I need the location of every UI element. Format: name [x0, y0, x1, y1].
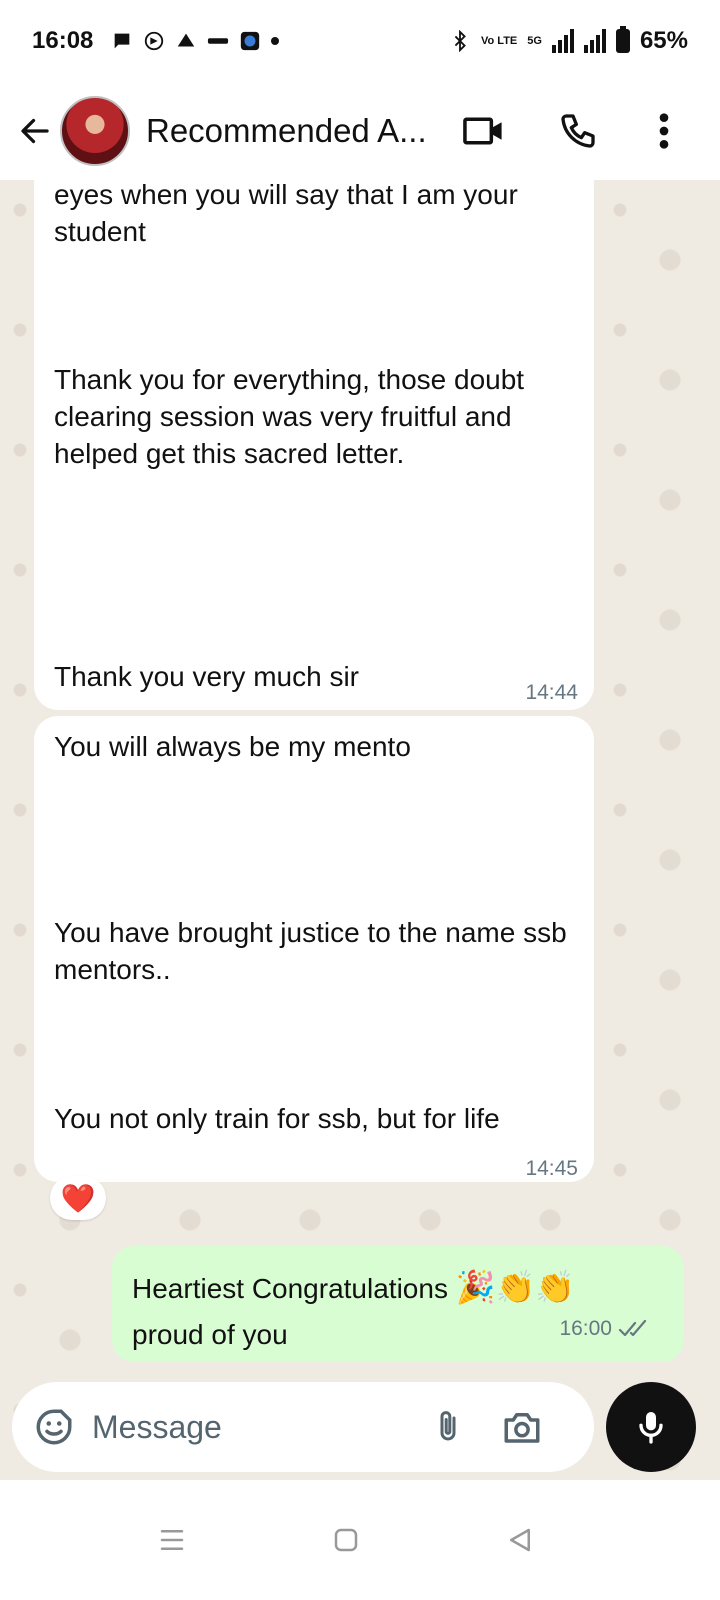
message-meta: 16:00 [559, 1306, 652, 1352]
video-call-button[interactable] [456, 103, 512, 159]
home-icon [334, 1528, 358, 1552]
sticker-button[interactable] [30, 1403, 78, 1451]
home-button[interactable] [316, 1510, 376, 1570]
back-button[interactable] [12, 108, 58, 154]
message-time: 16:00 [559, 1317, 612, 1340]
more-options-button[interactable] [636, 103, 692, 159]
message-text: Heartiest Congratulations [132, 1273, 448, 1304]
contact-name[interactable]: Recommended A... [146, 112, 436, 150]
avatar[interactable] [60, 96, 130, 166]
whatsapp-icon [145, 31, 164, 51]
message-input[interactable] [92, 1408, 422, 1446]
message-text: Thank you very much sir [54, 661, 359, 692]
message-text: Thank you for everything, those doubt cl… [54, 364, 525, 469]
message-icon [115, 33, 130, 49]
status-bar: 16:08 Vo LTE 5G 65% [0, 0, 720, 82]
video-call-icon [463, 117, 502, 145]
double-check-icon [618, 1319, 647, 1337]
emoji-text: 🎉👏👏 [455, 1269, 576, 1305]
message-text: You will always be my mento [54, 731, 411, 762]
message-time: 14:44 [525, 681, 578, 704]
bluetooth-icon [454, 30, 466, 52]
voice-message-button[interactable] [606, 1382, 696, 1472]
voice-call-button[interactable] [550, 103, 606, 159]
volte-indicator: Vo LTE [481, 34, 518, 47]
message-bubble-outgoing[interactable]: Heartiest Congratulations 🎉👏👏 proud of y… [112, 1246, 684, 1362]
system-nav-bar [0, 1482, 720, 1600]
message-text: You not only train for ssb, but for life [54, 1103, 500, 1134]
camera-icon [504, 1413, 540, 1443]
status-time: 16:08 [32, 27, 94, 54]
message-composer [12, 1382, 594, 1472]
message-bubble-incoming[interactable]: You will always be my mento You have bro… [34, 716, 594, 1182]
message-time: 14:45 [525, 1157, 578, 1180]
back-arrow-icon [21, 118, 49, 144]
dot-icon [271, 37, 280, 45]
message-text: You have brought justice to the name ssb… [54, 917, 567, 985]
attach-button[interactable] [424, 1403, 472, 1451]
battery-icon [615, 26, 630, 53]
app-icon [178, 33, 195, 47]
zomato-icon [208, 38, 229, 44]
network-type: 5G [527, 34, 542, 47]
message-text-line: Heartiest Congratulations 🎉👏👏 [132, 1264, 664, 1312]
signal-icon [551, 29, 574, 53]
chat-header: Recommended A... [0, 82, 720, 180]
message-bubble-incoming[interactable]: eyes when you will say that I am your st… [34, 180, 594, 710]
reaction-badge[interactable]: ❤️ [50, 1176, 106, 1220]
camera-button[interactable] [498, 1403, 546, 1451]
shield-app-icon [241, 31, 260, 51]
back-icon [510, 1528, 530, 1552]
more-vert-icon [659, 113, 669, 149]
recents-icon [160, 1530, 184, 1550]
phone-icon [561, 114, 595, 148]
recents-button[interactable] [142, 1510, 202, 1570]
chat-area[interactable]: eyes when you will say that I am your st… [0, 180, 720, 1480]
message-text: eyes when you will say that I am your st… [54, 180, 518, 247]
heart-reaction: ❤️ [60, 1182, 96, 1214]
system-status: Vo LTE 5G 65% [449, 26, 688, 55]
sticker-icon [36, 1409, 72, 1445]
back-nav-button[interactable] [490, 1510, 550, 1570]
notification-icons [111, 30, 280, 52]
battery-percent: 65% [639, 27, 688, 54]
mic-icon [639, 1412, 663, 1444]
paperclip-icon [440, 1411, 456, 1441]
signal-icon-2 [583, 29, 606, 53]
